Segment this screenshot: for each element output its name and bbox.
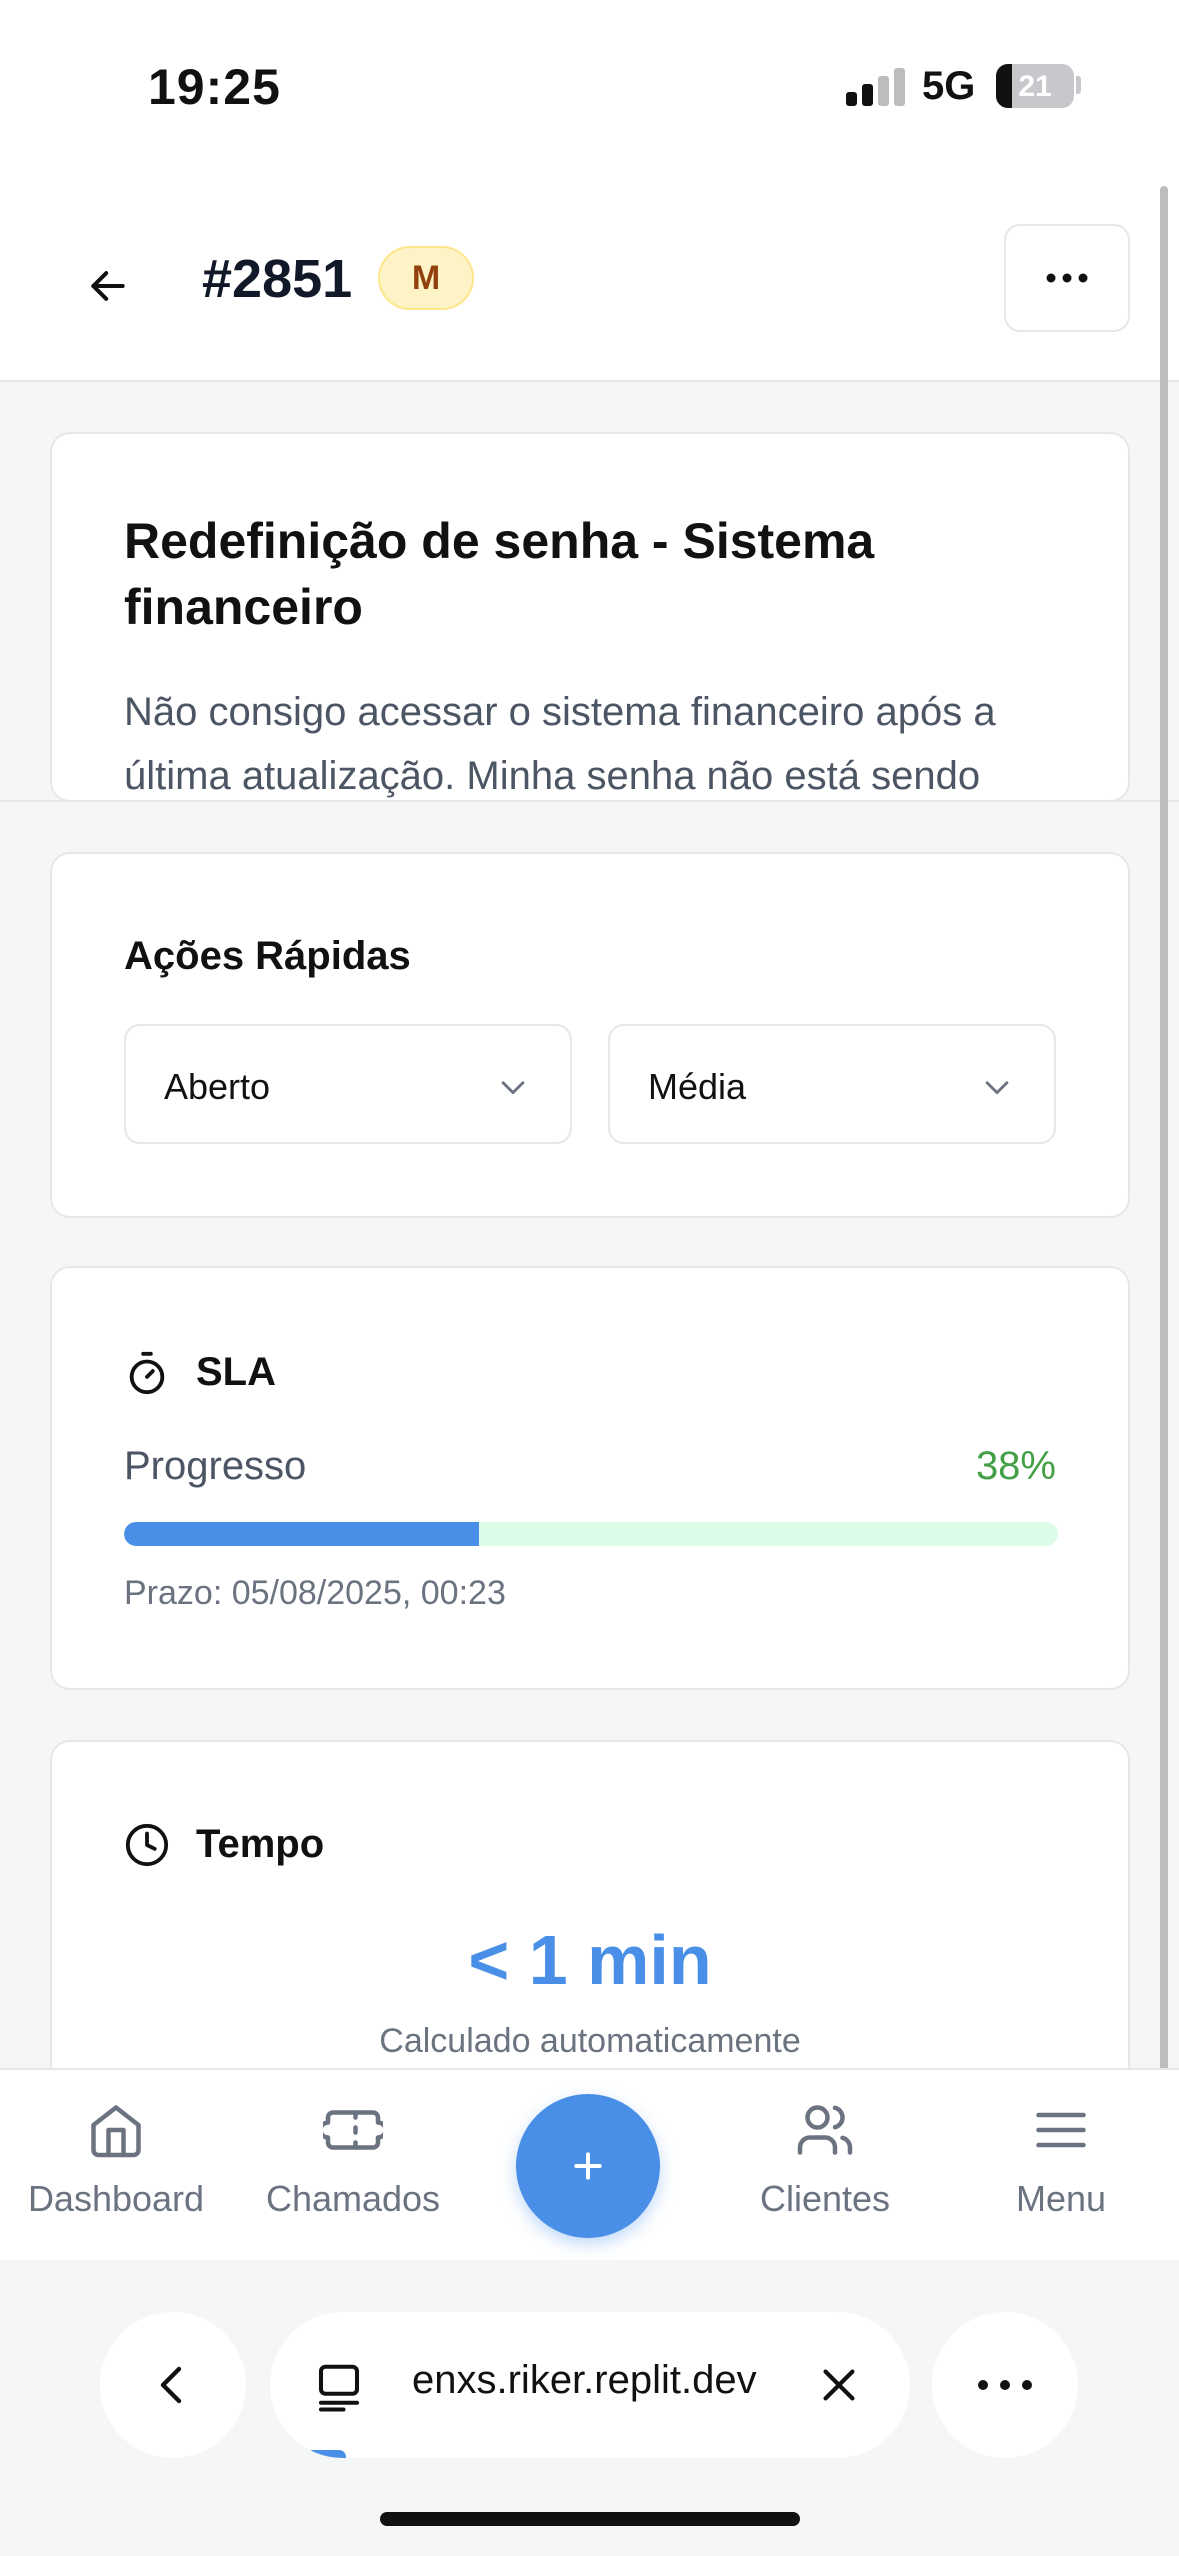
tabs-icon — [318, 2364, 360, 2412]
browser-url: enxs.riker.replit.dev — [412, 2358, 757, 2402]
menu-icon — [1036, 2112, 1086, 2148]
create-ticket-button[interactable] — [516, 2094, 660, 2238]
ellipsis-icon — [978, 2380, 1032, 2390]
browser-more-button[interactable] — [932, 2312, 1078, 2458]
time-title: Tempo — [196, 1822, 325, 1866]
nav-clientes-label: Clientes — [759, 2178, 891, 2219]
quick-actions-card: Ações Rápidas Aberto Média — [50, 852, 1130, 1218]
battery-icon: 21 — [996, 64, 1074, 108]
users-icon — [797, 2105, 853, 2155]
priority-select[interactable]: Média — [608, 1024, 1056, 1144]
close-icon[interactable] — [816, 2362, 862, 2408]
sla-progress-label: Progresso — [124, 1444, 307, 1488]
priority-badge: M — [378, 246, 474, 310]
nav-chamados[interactable]: Chamados — [253, 2100, 453, 2240]
timer-icon — [129, 1351, 165, 1395]
ticket-icon — [323, 2110, 383, 2150]
battery-level: 21 — [1018, 70, 1052, 103]
browser-address-bar[interactable]: enxs.riker.replit.dev — [270, 2312, 910, 2458]
status-bar: 19:25 5G 21 — [0, 0, 1179, 180]
home-icon — [91, 2105, 141, 2158]
nav-clientes[interactable]: Clientes — [725, 2100, 925, 2240]
sla-progress-bar — [124, 1522, 1058, 1546]
status-select[interactable]: Aberto — [124, 1024, 572, 1144]
nav-chamados-label: Chamados — [265, 2178, 441, 2219]
battery-tip — [1076, 76, 1081, 94]
page-load-indicator — [306, 2450, 346, 2458]
nav-menu[interactable]: Menu — [961, 2100, 1161, 2240]
sla-deadline: Prazo: 05/08/2025, 00:23 — [124, 1574, 506, 1612]
plus-icon — [574, 2152, 602, 2180]
time-note: Calculado automaticamente — [379, 2022, 801, 2060]
quick-actions-title: Ações Rápidas — [124, 934, 411, 978]
status-time: 19:25 — [148, 59, 281, 115]
chevron-down-icon — [985, 1081, 1009, 1095]
nav-menu-label: Menu — [1015, 2178, 1107, 2219]
time-value: < 1 min — [468, 1921, 712, 1999]
nav-dashboard[interactable]: Dashboard — [16, 2100, 216, 2240]
arrow-left-icon — [91, 271, 125, 301]
chevron-down-icon — [501, 1081, 525, 1095]
ellipsis-icon — [1046, 273, 1088, 283]
section-divider — [0, 800, 1179, 802]
chevron-left-icon — [160, 2366, 182, 2404]
nav-dashboard-label: Dashboard — [27, 2178, 205, 2219]
browser-back-button[interactable] — [100, 2312, 246, 2458]
status-select-value: Aberto — [164, 1066, 271, 1107]
page-scrollbar[interactable] — [1160, 186, 1168, 2266]
ticket-details-card: Redefinição de senha - Sistema financeir… — [50, 432, 1130, 802]
sla-title: SLA — [196, 1350, 276, 1394]
signal-icon — [846, 66, 906, 106]
clock-icon — [125, 1823, 169, 1867]
back-button[interactable] — [68, 246, 148, 326]
ticket-description: Não consigo acessar o sistema financeiro… — [124, 690, 996, 798]
network-label: 5G — [922, 64, 976, 108]
ticket-title: Redefinição de senha - Sistema financeir… — [124, 513, 875, 635]
app-header: #2851 M — [0, 180, 1179, 382]
priority-select-value: Média — [648, 1066, 747, 1107]
ticket-id: #2851 — [202, 249, 353, 309]
sla-progress-fill — [124, 1522, 479, 1546]
sla-progress-percent: 38% — [975, 1444, 1056, 1488]
sla-card: SLA Progresso 38% Prazo: 05/08/2025, 00:… — [50, 1266, 1130, 1690]
more-options-button[interactable] — [1004, 224, 1130, 332]
home-indicator — [380, 2512, 800, 2526]
